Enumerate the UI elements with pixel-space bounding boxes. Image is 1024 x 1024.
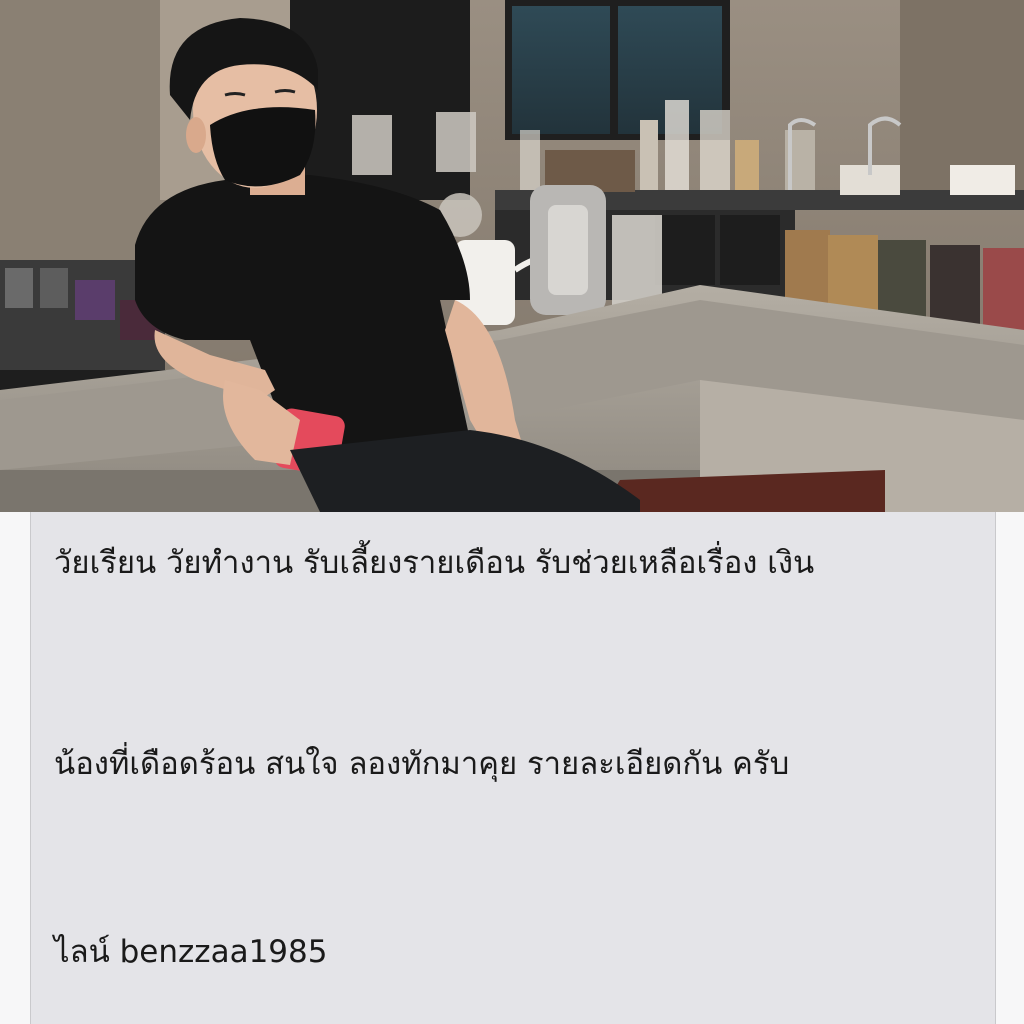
caption-paragraph-2: น้องที่เดือดร้อน สนใจ ลองทักมาคุย รายละเ…	[54, 746, 790, 782]
post-screen: วัยเรียน วัยทำงาน รับเลี้ยงรายเดือน รับช…	[0, 0, 1024, 1024]
photo-image	[0, 0, 1024, 512]
left-gutter	[0, 512, 31, 1024]
post-photo[interactable]	[0, 0, 1024, 512]
caption-line-id: ไลน์ benzzaa1985	[54, 934, 328, 970]
right-gutter	[995, 512, 1024, 1024]
caption-paragraph-1: วัยเรียน วัยทำงาน รับเลี้ยงรายเดือน รับช…	[54, 545, 815, 581]
